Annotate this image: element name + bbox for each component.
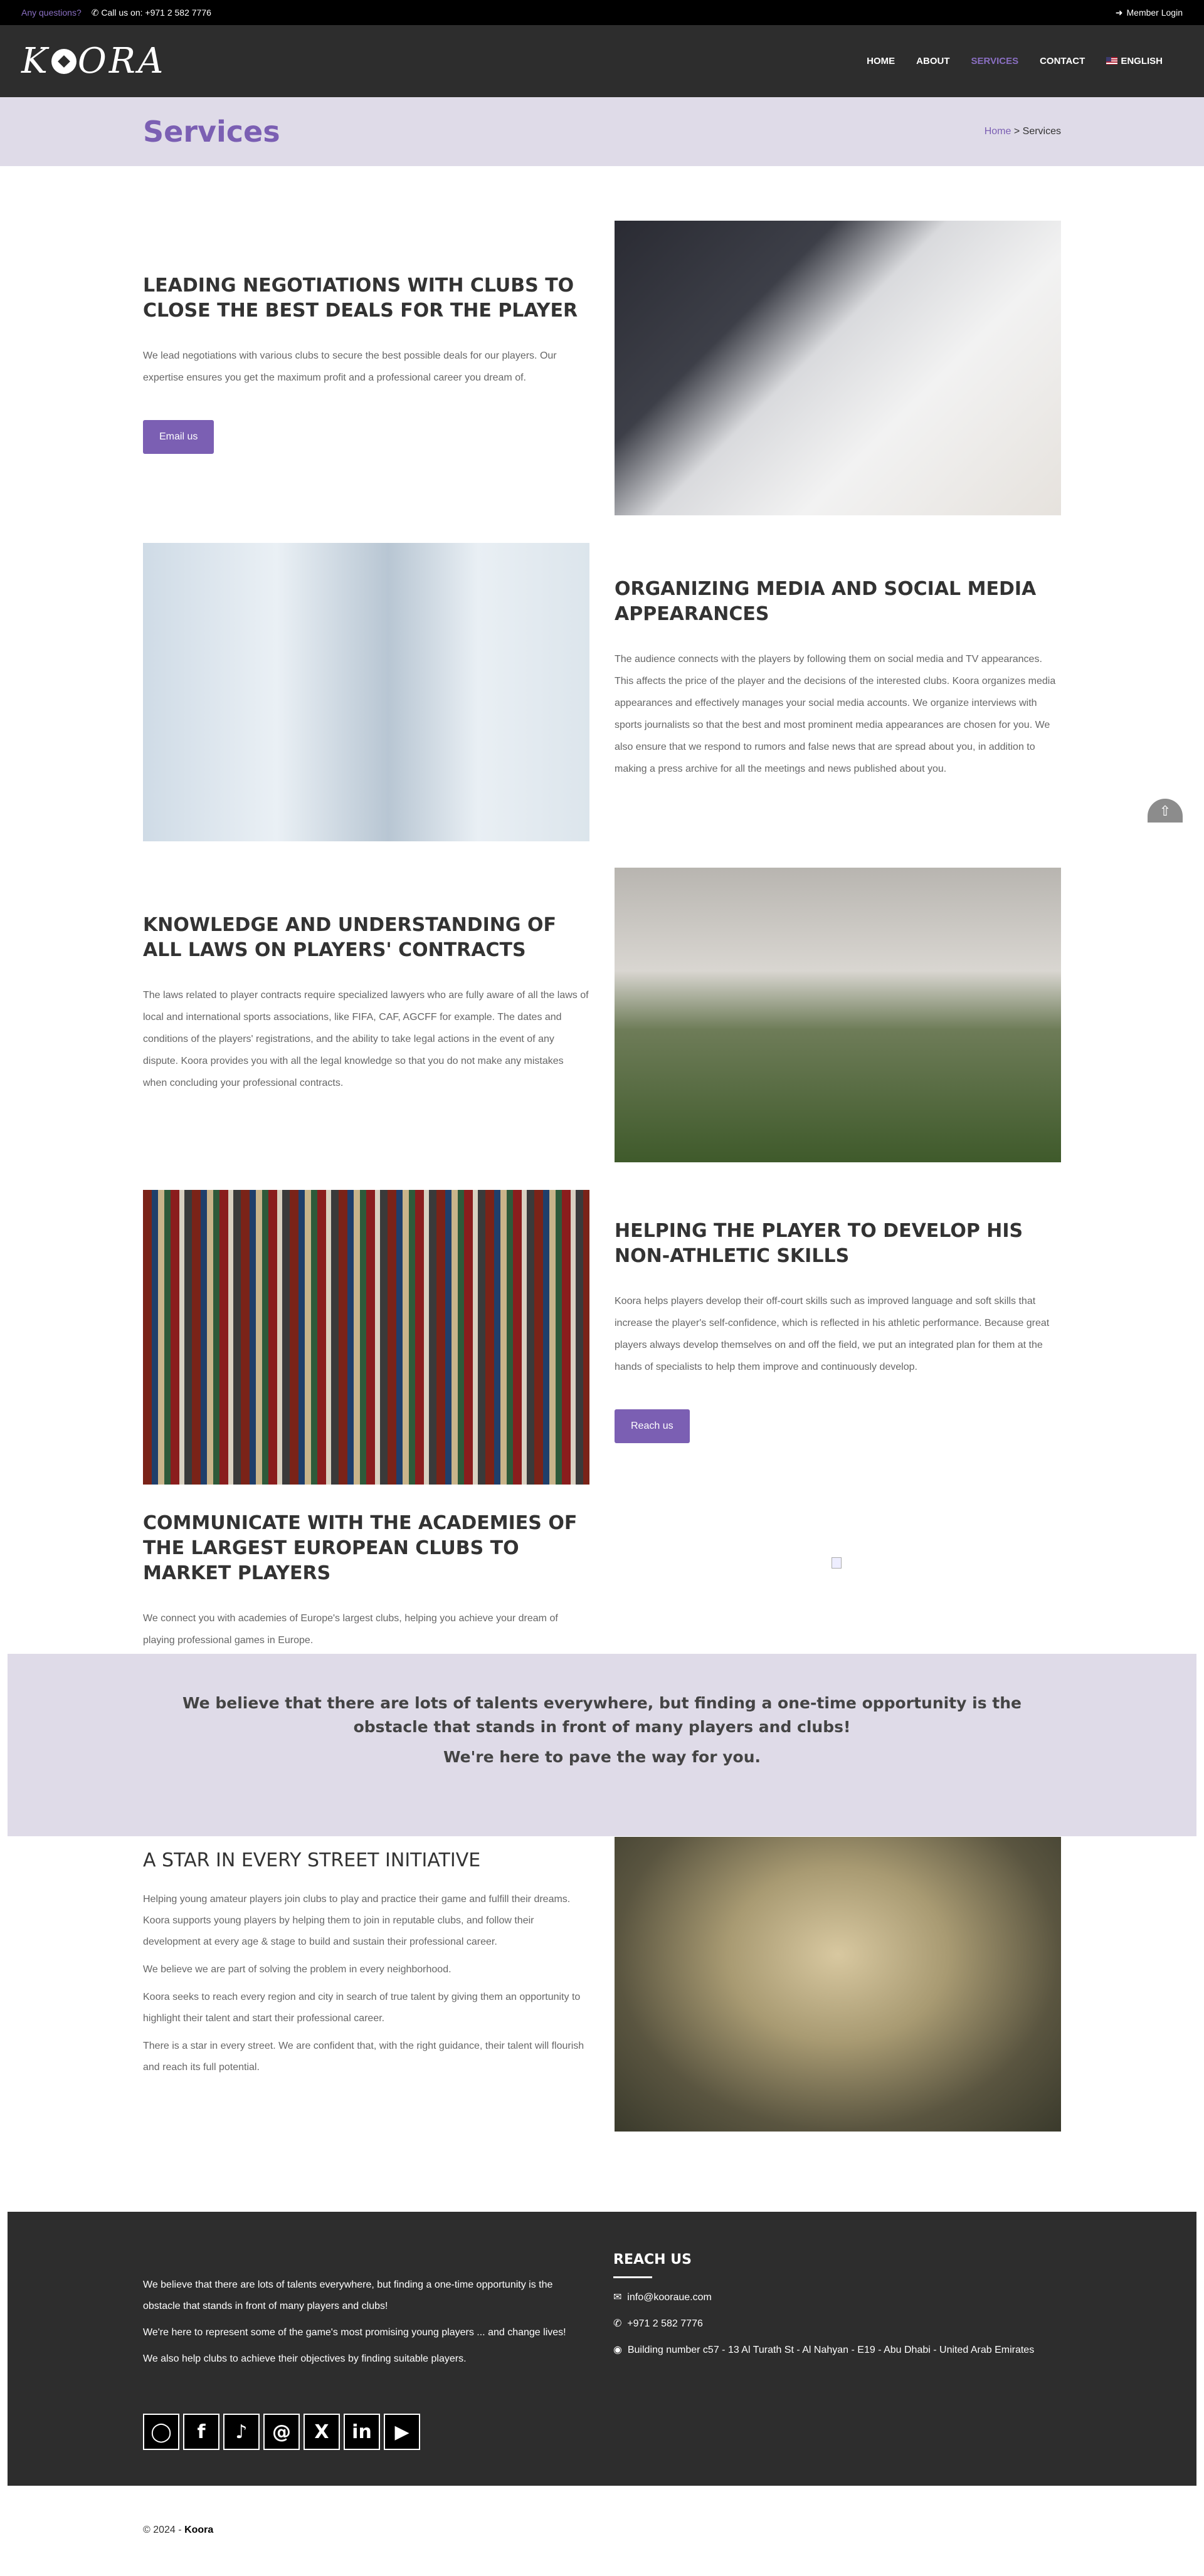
breadcrumb-current: Services [1022,126,1061,137]
broken-image-icon [832,1557,842,1569]
top-bar: Any questions? ✆ Call us on: +971 2 582 … [0,0,1204,25]
email-text: info@kooraue.com [627,2292,712,2303]
address-text: Building number c57 - 13 Al Turath St - … [627,2345,1035,2355]
goal-net-photo [615,868,1061,1162]
reach-us-title: REACH US [613,2252,692,2268]
section-title: COMMUNICATE WITH THE ACADEMIES OF THE LA… [143,1512,578,1584]
section-negotiations: LEADING NEGOTIATIONS WITH CLUBS TO CLOSE… [143,221,1061,515]
nav-home[interactable]: HOME [867,56,895,66]
questions-link[interactable]: Any questions? [21,8,82,18]
section-laws: KNOWLEDGE AND UNDERSTANDING OF ALL LAWS … [143,868,1061,1162]
phone-text: Call us on: +971 2 582 7776 [101,7,211,18]
footer-phone[interactable]: ✆ +971 2 582 7776 [613,2313,1052,2335]
member-login-link[interactable]: ➜ Member Login [1116,8,1183,18]
section-text: We connect you with academies of Europe'… [143,1613,558,1646]
footer-text-3: We also help clubs to achieve their obje… [143,2353,467,2364]
phone-icon: ✆ [613,2318,628,2329]
copyright-bar: © 2024 - Koora [8,2486,1196,2576]
page-title: Services [143,115,280,149]
nav-contact[interactable]: CONTACT [1040,56,1085,66]
instagram-icon[interactable]: ◯ [143,2414,179,2450]
section-media: ORGANIZING MEDIA AND SOCIAL MEDIA APPEAR… [143,543,1061,841]
banner-statement: We believe that there are lots of talent… [182,1694,1022,1736]
star-paragraph-1: Helping young amateur players join clubs… [143,1894,571,1947]
linkedin-icon[interactable]: in [344,2414,380,2450]
youtube-icon[interactable]: ▶ [384,2414,420,2450]
office-glass-photo [143,543,589,841]
section-academies: COMMUNICATE WITH THE ACADEMIES OF THE LA… [143,1511,1061,1646]
section-text: Koora helps players develop their off-co… [615,1296,1050,1372]
section-star-initiative: A STAR IN EVERY STREET INITIATIVE Helpin… [143,1837,1061,2132]
arrow-up-icon: ⇧ [1159,803,1171,819]
footer-text-1: We believe that there are lots of talent… [143,2279,553,2311]
star-paragraph-4: There is a star in every street. We are … [143,2041,584,2073]
star-paragraph-3: Koora seeks to reach every region and ci… [143,1992,581,2024]
copyright-text: © 2024 - [143,2525,182,2535]
section-title: LEADING NEGOTIATIONS WITH CLUBS TO CLOSE… [143,275,578,322]
language-label: ENGLISH [1121,56,1163,66]
footer-address: ◉ Building number c57 - 13 Al Turath St … [613,2340,1052,2361]
nav-services[interactable]: SERVICES [971,56,1019,66]
section-title: A STAR IN EVERY STREET INITIATIVE [143,1849,481,1871]
phone-icon: ✆ [91,7,102,18]
page-header: Services Home > Services [0,97,1204,166]
member-login-label: Member Login [1126,8,1183,18]
section-skills: HELPING THE PLAYER TO DEVELOP HIS NON-AT… [143,1190,1061,1485]
facebook-icon[interactable]: f [183,2414,219,2450]
breadcrumb-separator: > [1013,126,1020,137]
copyright-brand[interactable]: Koora [184,2525,213,2535]
login-icon: ➜ [1115,7,1123,18]
scroll-to-top-button[interactable]: ⇧ [1148,799,1183,823]
mission-banner: We believe that there are lots of talent… [8,1654,1196,1836]
footer-text-2: We're here to represent some of the game… [143,2327,566,2338]
social-links: ◯ f ♪ @ X in ▶ [143,2414,420,2450]
section-title: KNOWLEDGE AND UNDERSTANDING OF ALL LAWS … [143,914,556,961]
footer-email[interactable]: ✉ info@kooraue.com [613,2287,1052,2308]
threads-icon[interactable]: @ [263,2414,300,2450]
football-logo-icon [51,48,77,74]
language-selector[interactable]: ENGLISH [1106,56,1163,66]
main-nav: K ORA HOME ABOUT SERVICES CONTACT ENGLISH [0,25,1204,97]
section-title: HELPING THE PLAYER TO DEVELOP HIS NON-AT… [615,1220,1023,1267]
x-icon[interactable]: X [304,2414,340,2450]
breadcrumb-home[interactable]: Home [985,126,1011,137]
email-us-button[interactable]: Email us [143,420,214,454]
reach-us-block: REACH US ✉ info@kooraue.com ✆ +971 2 582… [613,2252,1052,2361]
star-paragraph-2: We believe we are part of solving the pr… [143,1964,452,1975]
nav-menu: HOME ABOUT SERVICES CONTACT ENGLISH [867,56,1163,66]
section-text: The laws related to player contracts req… [143,990,589,1088]
us-flag-icon [1106,57,1118,65]
envelope-icon: ✉ [613,2292,628,2303]
breadcrumb: Home > Services [985,126,1061,137]
kids-football-photo [615,1837,1061,2132]
bookshelf-photo [143,1190,589,1485]
koora-logo[interactable]: K ORA [21,41,166,81]
map-marker-icon: ◉ [613,2345,628,2355]
nav-about[interactable]: ABOUT [916,56,949,66]
phone-text: +971 2 582 7776 [627,2318,703,2329]
section-text: We lead negotiations with various clubs … [143,350,557,383]
section-title: ORGANIZING MEDIA AND SOCIAL MEDIA APPEAR… [615,578,1037,625]
banner-subline: We're here to pave the way for you. [443,1748,761,1766]
section-text: The audience connects with the players b… [615,654,1056,774]
phone-info: ✆ Call us on: +971 2 582 7776 [92,8,211,18]
title-underline [613,2276,652,2278]
reach-us-button[interactable]: Reach us [615,1409,690,1443]
tiktok-icon[interactable]: ♪ [223,2414,260,2450]
negotiation-photo [615,221,1061,515]
footer: We believe that there are lots of talent… [8,2212,1196,2486]
footer-about: We believe that there are lots of talent… [143,2274,589,2375]
